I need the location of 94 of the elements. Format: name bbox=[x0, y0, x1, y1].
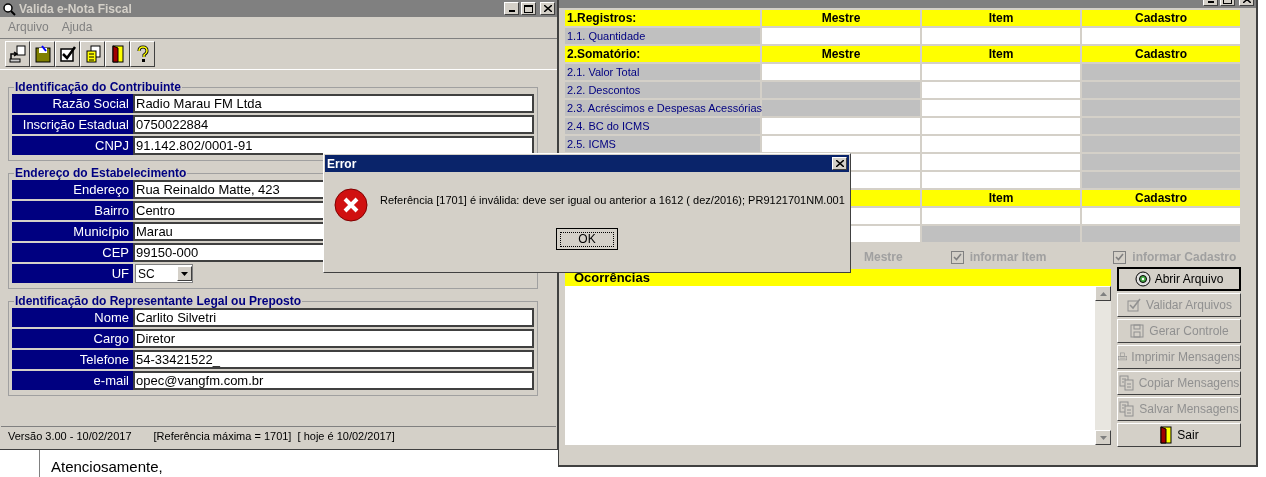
text-field[interactable]: Diretor bbox=[133, 329, 534, 348]
field-label: UF bbox=[12, 264, 133, 283]
close-icon bbox=[543, 5, 552, 12]
grid-cell[interactable] bbox=[762, 136, 920, 152]
document-text: Atenciosamente, bbox=[51, 457, 163, 477]
field-label: Telefone bbox=[12, 350, 133, 369]
caret-icon bbox=[181, 271, 188, 276]
group-title: Identificação do Representante Legal ou Preposto bbox=[14, 295, 303, 308]
documents-icon bbox=[1119, 401, 1136, 417]
text-field[interactable]: 91.142.802/0001-91 bbox=[133, 136, 534, 155]
column-header: Item bbox=[922, 190, 1080, 206]
toolbar-button[interactable] bbox=[130, 41, 155, 67]
checkbox-icon bbox=[1126, 297, 1143, 313]
minimize-button[interactable] bbox=[504, 2, 519, 15]
dropdown-button[interactable] bbox=[177, 266, 192, 281]
group-title: Identificação do Contribuinte bbox=[14, 81, 182, 94]
scroll-up-button[interactable] bbox=[1095, 286, 1111, 301]
text-field[interactable]: opec@vangfm.com.br bbox=[133, 371, 534, 390]
up-arrow-icon bbox=[1099, 291, 1107, 296]
dialog-title: Error bbox=[327, 155, 357, 173]
toolbar-button[interactable] bbox=[5, 41, 30, 67]
section-header: 2.Somatório: bbox=[565, 46, 760, 62]
grid-cell[interactable] bbox=[762, 118, 920, 134]
field-label: Inscrição Estadual bbox=[12, 115, 133, 134]
column-header: Mestre bbox=[762, 10, 920, 26]
grid-cell[interactable] bbox=[922, 82, 1080, 98]
column-header: Item bbox=[922, 10, 1080, 26]
checkmark-icon bbox=[1115, 253, 1125, 261]
field-label: Cargo bbox=[12, 329, 133, 348]
down-arrow-icon bbox=[1099, 435, 1107, 440]
window-title: Valida e-Nota Fiscal bbox=[19, 0, 132, 18]
text-field[interactable]: Radio Marau FM Ltda bbox=[133, 94, 534, 113]
grid-cell[interactable] bbox=[922, 208, 1080, 224]
documents-icon bbox=[83, 45, 102, 63]
grid-cell[interactable] bbox=[1082, 28, 1240, 44]
field-label: Nome bbox=[12, 308, 133, 327]
ok-button[interactable]: OK bbox=[556, 228, 618, 250]
section-header: 1.Registros: bbox=[565, 10, 760, 26]
grid-cell[interactable] bbox=[922, 136, 1080, 152]
toolbar-button[interactable] bbox=[55, 41, 80, 67]
grid-cell[interactable] bbox=[922, 28, 1080, 44]
group-title: Endereço do Estabelecimento bbox=[14, 167, 188, 180]
text-field[interactable]: 54-33421522_ bbox=[133, 350, 534, 369]
error-icon bbox=[334, 188, 368, 222]
checkbox-icon bbox=[58, 45, 77, 63]
grid-cell[interactable] bbox=[1082, 208, 1240, 224]
toolbar-button[interactable] bbox=[105, 41, 130, 67]
maximize-button[interactable] bbox=[521, 2, 536, 15]
dropdown[interactable]: SC bbox=[135, 264, 193, 283]
field-label: Endereço bbox=[12, 180, 133, 199]
toolbar-button[interactable] bbox=[30, 41, 55, 67]
column-header: Cadastro bbox=[1082, 190, 1240, 206]
close-button[interactable] bbox=[540, 2, 555, 15]
grid-cell[interactable] bbox=[922, 64, 1080, 80]
field-label: Município bbox=[12, 222, 133, 241]
row-label: 2.5. ICMS bbox=[565, 136, 760, 152]
grid-cell[interactable] bbox=[922, 118, 1080, 134]
column-header: Cadastro bbox=[1082, 46, 1240, 62]
text-field[interactable]: Carlito Silvetri bbox=[133, 308, 534, 327]
field-label: CEP bbox=[12, 243, 133, 262]
scroll-down-button[interactable] bbox=[1095, 430, 1111, 445]
close-button[interactable] bbox=[832, 157, 847, 170]
status-text: [Referência máxima = 1701] [ hoje é 10/02/2017] bbox=[153, 429, 395, 445]
row-label: 1.1. Quantidade bbox=[565, 28, 760, 44]
grid-cell[interactable] bbox=[922, 154, 1080, 170]
toolbar-button[interactable] bbox=[80, 41, 105, 67]
documents-icon bbox=[1118, 375, 1135, 391]
row-label: 2.2. Descontos bbox=[565, 82, 760, 98]
close-icon bbox=[835, 160, 844, 167]
row-label: 2.3. Acréscimos e Despesas Acessórias bbox=[565, 100, 760, 116]
column-header: Cadastro bbox=[1082, 10, 1240, 26]
row-label: 2.4. BC do ICMS bbox=[565, 118, 760, 134]
status-text: Versão 3.00 - 10/02/2017 bbox=[8, 429, 132, 445]
grid-cell[interactable] bbox=[762, 64, 920, 80]
magnifier-icon bbox=[2, 1, 16, 16]
disc-icon bbox=[1134, 271, 1151, 287]
field-label: CNPJ bbox=[12, 136, 133, 155]
door-icon bbox=[1159, 426, 1174, 444]
checkmark-icon bbox=[952, 253, 962, 261]
scrollbar[interactable] bbox=[1095, 286, 1111, 445]
row-label: 2.1. Valor Total bbox=[565, 64, 760, 80]
field-label: e-mail bbox=[12, 371, 133, 390]
column-header: Item bbox=[922, 46, 1080, 62]
action-button[interactable]: Sair bbox=[1117, 423, 1241, 447]
column-header: Mestre bbox=[762, 46, 920, 62]
text-field[interactable]: 0750022884 bbox=[133, 115, 534, 134]
field-label: Razão Social bbox=[12, 94, 133, 113]
action-button[interactable]: Abrir Arquivo bbox=[1117, 267, 1241, 291]
grid-cell[interactable] bbox=[762, 28, 920, 44]
field-label: Bairro bbox=[12, 201, 133, 220]
grid-cell[interactable] bbox=[922, 100, 1080, 116]
folder-arrow-icon bbox=[8, 45, 27, 63]
error-message: Referência [1701] é inválida: deve ser igual ou anterior a 1612 ( dez/2016); PR9121701NM.001 bbox=[380, 193, 845, 208]
grid-cell[interactable] bbox=[922, 172, 1080, 188]
